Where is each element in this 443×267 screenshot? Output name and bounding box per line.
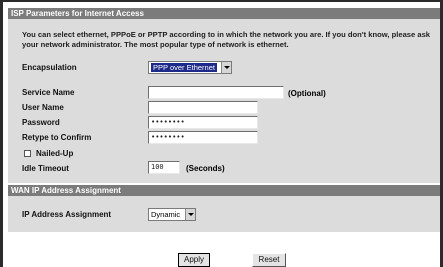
ip-assignment-label: IP Address Assignment xyxy=(22,210,112,219)
apply-button[interactable]: Apply xyxy=(178,253,210,267)
ip-assignment-select-value: Dynamic xyxy=(151,210,181,219)
password-input[interactable]: •••••••• xyxy=(148,116,258,129)
reset-button[interactable]: Reset xyxy=(252,253,286,267)
idle-timeout-label: Idle Timeout xyxy=(22,164,69,173)
window-frame-left xyxy=(0,0,3,267)
idle-timeout-unit: (Seconds) xyxy=(186,164,225,173)
encapsulation-label: Encapsulation xyxy=(22,63,77,72)
service-name-optional-note: (Optional) xyxy=(288,89,326,98)
isp-intro-text: You can select ethernet, PPPoE or PPTP a… xyxy=(22,30,431,49)
chevron-down-icon xyxy=(221,62,231,73)
chevron-down-icon xyxy=(185,209,195,220)
user-name-label: User Name xyxy=(22,103,64,112)
retype-password-label: Retype to Confirm xyxy=(22,133,92,142)
encapsulation-select[interactable]: PPP over Ethernet xyxy=(148,61,232,74)
nailed-up-checkbox[interactable] xyxy=(24,150,31,157)
user-name-input[interactable] xyxy=(148,101,258,114)
window-frame-top xyxy=(0,0,443,2)
ip-assignment-select[interactable]: Dynamic xyxy=(148,208,196,221)
nailed-up-label: Nailed-Up xyxy=(36,149,74,158)
isp-section-header: ISP Parameters for Internet Access xyxy=(8,8,440,19)
service-name-input[interactable] xyxy=(148,86,284,99)
wan-section-header: WAN IP Address Assignment xyxy=(8,185,440,196)
password-label: Password xyxy=(22,118,60,127)
service-name-label: Service Name xyxy=(22,88,75,97)
encapsulation-select-value: PPP over Ethernet xyxy=(151,63,217,72)
retype-password-input[interactable]: •••••••• xyxy=(148,131,258,144)
idle-timeout-input[interactable]: 100 xyxy=(148,161,180,174)
